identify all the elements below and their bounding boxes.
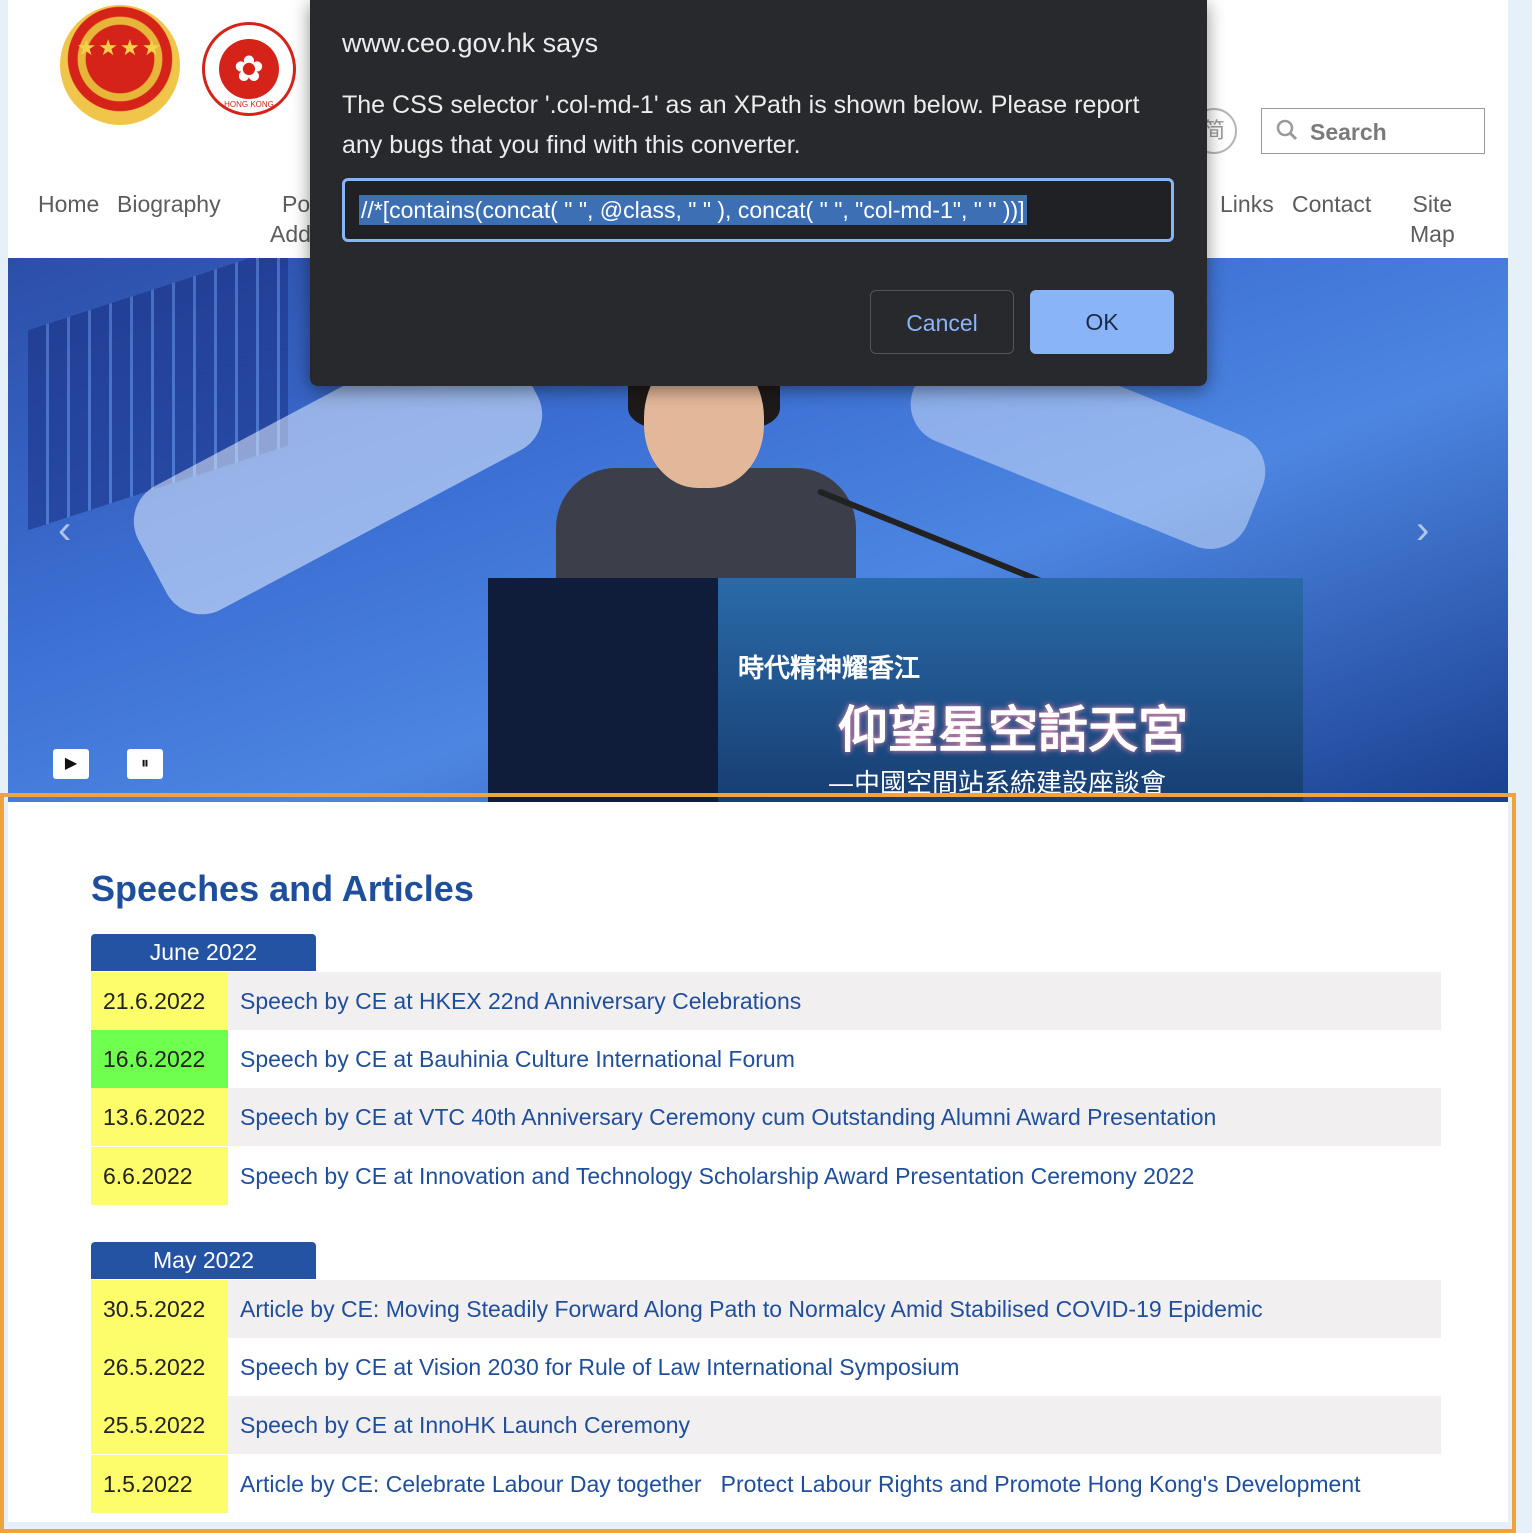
prompt-dialog: www.ceo.gov.hk says The CSS selector '.c…	[310, 0, 1207, 386]
dialog-message: The CSS selector '.col-md-1' as an XPath…	[342, 91, 1140, 159]
carousel-pause-button[interactable]: ⏸	[127, 749, 163, 779]
nav-policy-label-1: Po	[282, 191, 311, 217]
ok-button[interactable]: OK	[1030, 290, 1174, 354]
nav-site-map-line1: Site	[1412, 191, 1453, 217]
podium-text-line2: 仰望星空話天宮	[838, 700, 1188, 759]
nav-site-map[interactable]: Site Map	[1410, 189, 1455, 249]
nav-site-map-line2: Map	[1410, 221, 1455, 247]
nav-policy-address-partial-2[interactable]: Add	[270, 219, 311, 249]
dialog-text-field[interactable]: //*[contains(concat( " ", @class, " " ),…	[342, 178, 1174, 242]
carousel-prev-chevron-icon[interactable]: ‹	[58, 508, 71, 553]
selection-highlight-outline	[0, 793, 1516, 1533]
national-emblem-logo[interactable]: ★★★★	[60, 5, 180, 125]
hk-emblem-text: HONG KONG	[224, 100, 274, 109]
search-input[interactable]: Search	[1261, 108, 1485, 154]
carousel-next-chevron-icon[interactable]: ›	[1416, 508, 1429, 553]
nav-home[interactable]: Home	[38, 189, 99, 219]
dialog-text-value: //*[contains(concat( " ", @class, " " ),…	[359, 195, 1027, 225]
carousel-play-button[interactable]: ▶	[53, 749, 89, 779]
hksar-emblem-logo[interactable]: ✿ HONG KONG	[202, 22, 296, 116]
nav-biography[interactable]: Biography	[117, 189, 221, 219]
cancel-button[interactable]: Cancel	[870, 290, 1014, 354]
nav-links[interactable]: Links	[1220, 189, 1274, 219]
search-placeholder: Search	[1310, 119, 1387, 145]
nav-contact[interactable]: Contact	[1292, 189, 1371, 219]
search-icon	[1276, 119, 1298, 141]
bauhinia-icon: ✿	[219, 39, 279, 99]
nav-policy-address-partial[interactable]: Po	[282, 189, 310, 219]
podium-text-line1: 時代精神耀香江	[738, 654, 921, 684]
stars-icon: ★★★★	[76, 35, 164, 60]
dialog-title: www.ceo.gov.hk says	[342, 28, 599, 58]
